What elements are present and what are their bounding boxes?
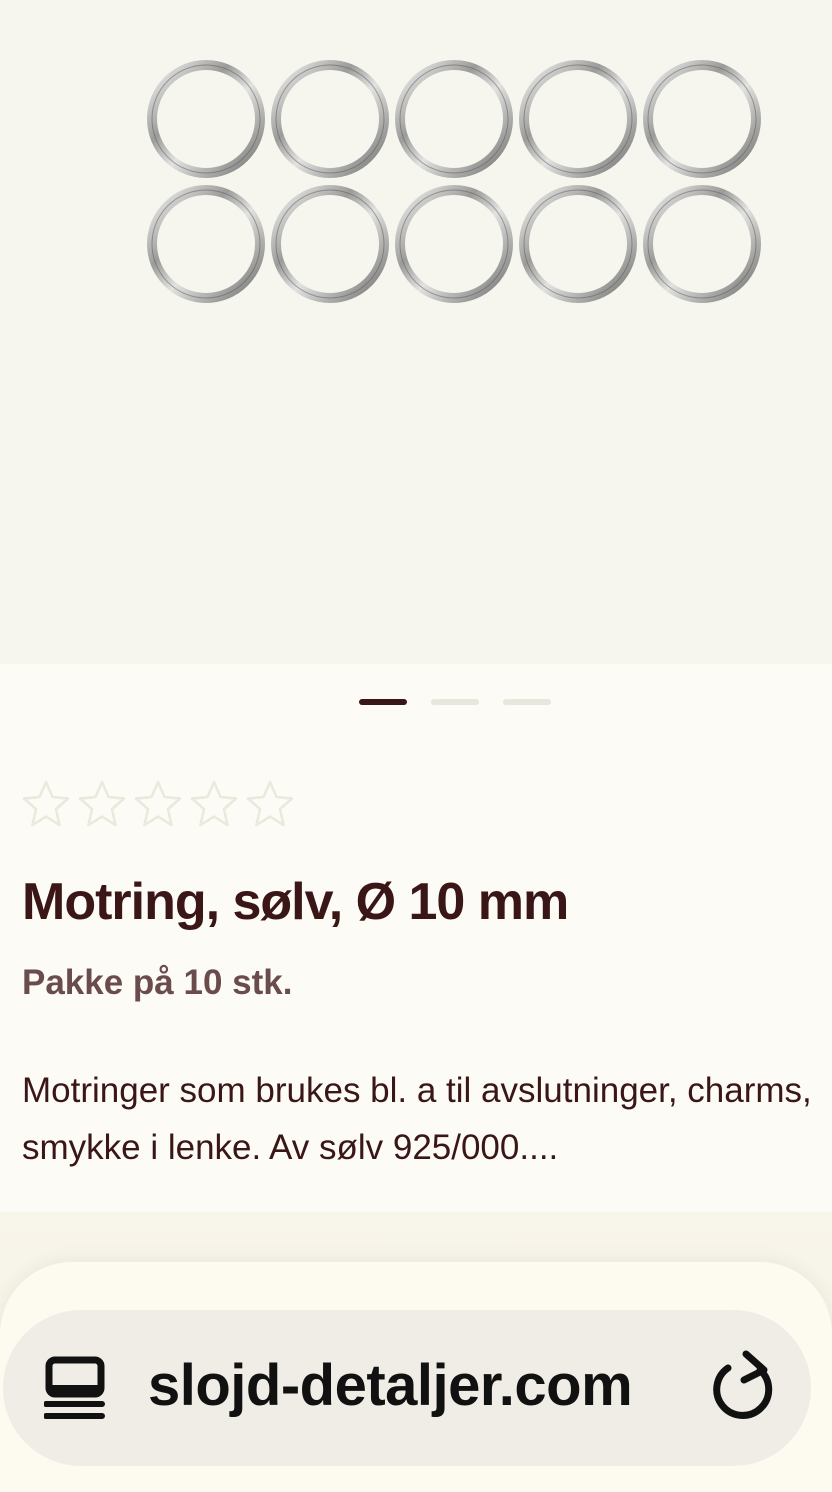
product-image[interactable]: [0, 0, 832, 664]
star-icon: [190, 780, 238, 827]
product-description: Motringer som brukes bl. a til avslutnin…: [22, 1071, 812, 1167]
ring-shape: [643, 185, 761, 303]
ring-shape: [271, 185, 389, 303]
star-icon: [134, 780, 182, 827]
ring-shape: [271, 60, 389, 178]
ring-shape: [147, 185, 265, 303]
ring-shape: [147, 60, 265, 178]
ring-shape: [395, 185, 513, 303]
url-text[interactable]: slojd-detaljer.com: [148, 1352, 633, 1419]
ring-shape: [519, 185, 637, 303]
ring-shape: [643, 60, 761, 178]
star-icon: [78, 780, 126, 827]
carousel-dot-2[interactable]: [431, 699, 479, 705]
reload-icon[interactable]: [710, 1350, 776, 1422]
product-subtitle: Pakke på 10 stk.: [22, 963, 293, 1002]
silver-jump-rings-icon: [147, 60, 761, 303]
product-title: Motring, sølv, Ø 10 mm: [22, 873, 569, 931]
carousel-dot-1[interactable]: [359, 699, 407, 705]
carousel-dot-3[interactable]: [503, 699, 551, 705]
star-icon: [246, 780, 294, 827]
tabs-icon[interactable]: [44, 1355, 106, 1421]
ring-shape: [519, 60, 637, 178]
star-icon: [22, 780, 70, 827]
ring-shape: [395, 60, 513, 178]
